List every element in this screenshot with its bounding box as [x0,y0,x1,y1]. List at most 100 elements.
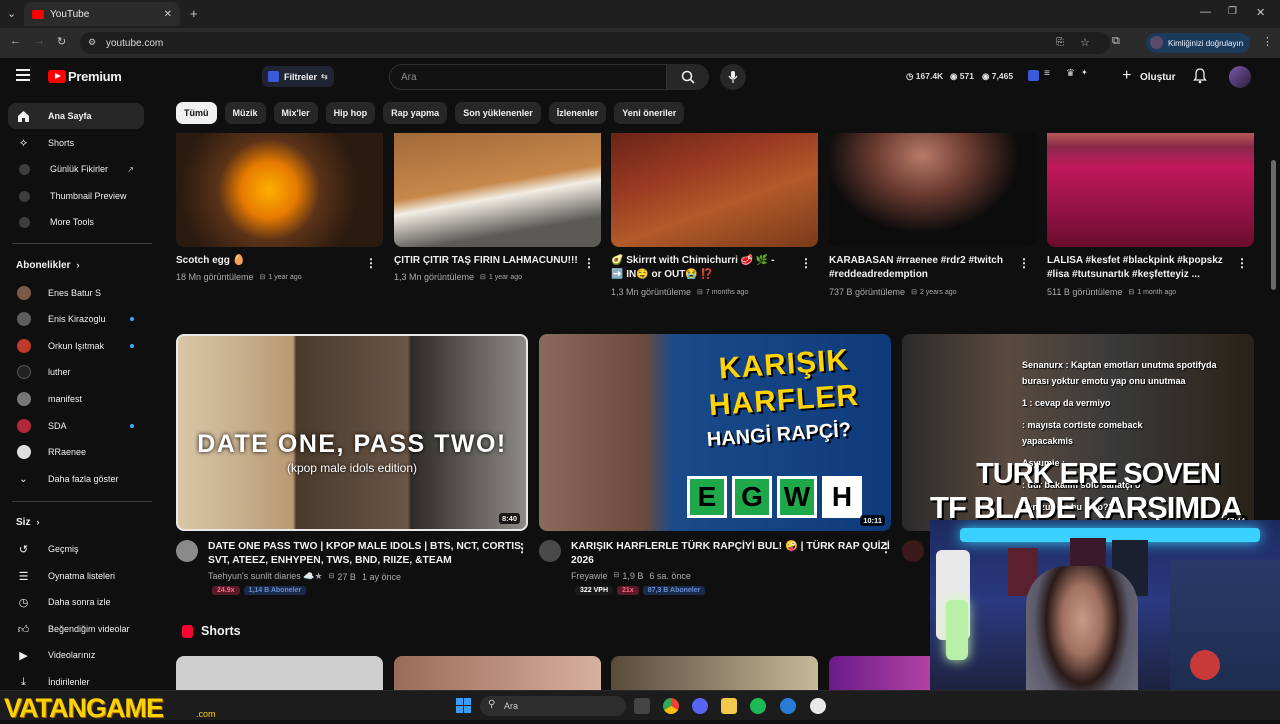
sidebar-item-daily-ideas[interactable]: Günlük Fikirler ↗ [8,156,144,182]
video-thumbnail[interactable] [611,133,818,247]
sidebar-subscription[interactable]: SDA [8,413,144,439]
chip-recently-uploaded[interactable]: Son yüklenenler [455,102,541,124]
site-info-icon[interactable]: ⚙ [88,37,96,48]
video-title[interactable]: 🥑 Skirrrt with Chimichurri 🥩 🌿 - [611,254,774,268]
taskbar-search[interactable]: ⚲ Ara [480,696,626,716]
video-title[interactable]: KARIŞIK HARFLERLE TÜRK RAPÇİYİ BUL! 🤪 | … [571,540,890,554]
maximize-icon[interactable]: ❐ [1228,6,1237,17]
browser-tab[interactable]: YouTube ✕ [24,2,180,26]
queue-icon[interactable]: ≡ [1044,68,1050,79]
video-title[interactable]: Scotch egg 🥚 [176,254,245,268]
more-actions-icon[interactable]: ⋮ [880,541,892,555]
menu-kebab-icon[interactable]: ⋮ [1262,35,1273,48]
sidebar-item-liked-videos[interactable]: 👍︎ Beğendiğim videolar [8,616,144,642]
sidebar-subscription[interactable]: Enes Batur S [8,280,144,306]
video-title-line2[interactable]: #lisa #tutsunartık #keşfetteyiz ... [1047,268,1200,282]
page-scrollbar[interactable] [1271,160,1276,290]
sidebar-item-more-tools[interactable]: More Tools [8,209,144,235]
video-title-line2[interactable]: SVT, ATEEZ, ENHYPEN, TWS, BND, RIIZE, &T… [208,554,452,568]
sidebar-item-watch-later[interactable]: ◷ Daha sonra izle [8,589,144,615]
spotify-icon[interactable] [750,698,766,714]
video-thumbnail[interactable] [394,133,601,247]
video-title[interactable]: ÇITIR ÇITIR TAŞ FIRIN LAHMACUNU!!! [394,254,578,268]
sidebar-item-your-videos[interactable]: ▶ Videolarınız [8,642,144,668]
sidebar-subscription[interactable]: Orkun Işıtmak [8,333,144,359]
search-input[interactable]: Ara [389,64,667,90]
sidebar-subscription[interactable]: RRaenee [8,439,144,465]
video-thumbnail[interactable]: KARIŞIK HARFLER HANGİ RAPÇİ? E G W H 10:… [539,334,891,531]
verify-identity-button[interactable]: Kimliğinizi doğrulayın [1146,33,1250,53]
trophy-icon[interactable]: ♛ [1066,68,1075,79]
more-actions-icon[interactable]: ⋮ [516,541,528,555]
youtube-premium-logo[interactable]: Premium [48,69,122,84]
chip-new-to-you[interactable]: Yeni öneriler [614,102,685,124]
sidebar-item-shorts[interactable]: ⟡ Shorts [8,130,144,156]
video-title-line2[interactable]: #reddeadredemption [829,268,928,282]
account-avatar[interactable] [1229,66,1251,88]
sidebar-subscription[interactable]: Enis Kirazoglu [8,306,144,332]
search-button[interactable] [667,64,709,90]
extensions-icon[interactable]: ⧉ [1112,35,1120,48]
sparkle-icon[interactable]: ✦ [1081,68,1088,77]
forward-icon[interactable]: → [34,35,45,47]
more-actions-icon[interactable]: ⋮ [583,256,595,270]
chrome-icon[interactable] [663,698,679,714]
subscriber-badge: 1,14 B Aboneler [243,586,307,595]
channel-avatar[interactable] [176,540,198,562]
video-title-line2[interactable]: 2026 [571,554,594,568]
chip-music[interactable]: Müzik [224,102,266,124]
notifications-bell-icon[interactable] [1193,68,1207,84]
video-thumbnail[interactable]: Senanurx : Kaptan emotları unutma spotif… [902,334,1254,531]
address-bar[interactable]: ⚙ youtube.com ⎘ ☆ [80,32,1110,54]
sidebar-item-playlists[interactable]: ☰ Oynatma listeleri [8,563,144,589]
create-button[interactable]: + Oluştur [1116,65,1176,89]
steam-icon[interactable] [780,698,796,714]
more-actions-icon[interactable]: ⋮ [1236,256,1248,270]
filters-button[interactable]: Filtreler ⇆ [262,66,334,87]
show-more-button[interactable]: ⌄ Daha fazla göster [8,466,144,492]
video-thumbnail[interactable]: DATE ONE, PASS TWO! (kpop male idols edi… [176,334,528,531]
voice-search-button[interactable] [720,64,746,90]
video-thumbnail[interactable] [829,133,1036,247]
new-tab-icon[interactable]: + [190,6,198,21]
video-title[interactable]: DATE ONE PASS TWO | KPOP MALE IDOLS | BT… [208,540,524,554]
video-title[interactable]: KARABASAN #rraenee #rdr2 #twitch [829,254,1003,268]
you-heading[interactable]: Siz › [16,517,39,528]
close-tab-icon[interactable]: ✕ [164,9,172,20]
bookmark-star-icon[interactable]: ☆ [1080,36,1090,49]
sidebar-item-home[interactable]: Ana Sayfa [8,103,144,129]
file-explorer-icon[interactable] [721,698,737,714]
back-icon[interactable]: ← [10,35,21,47]
tab-search-icon[interactable]: ⌄ [7,7,16,20]
install-icon[interactable]: ⎘ [1056,37,1064,48]
channel-avatar[interactable] [902,540,924,562]
sidebar-item-history[interactable]: ↺ Geçmiş [8,536,144,562]
chip-watched[interactable]: İzlenenler [548,102,607,124]
sidebar-item-thumbnail-preview[interactable]: Thumbnail Preview [8,183,144,209]
chip-all[interactable]: Tümü [176,102,217,124]
window-close-icon[interactable]: ✕ [1256,6,1265,19]
windows-start-icon[interactable] [456,698,471,713]
chip-mixes[interactable]: Mix'ler [273,102,318,124]
subscriptions-heading[interactable]: Abonelikler › [16,260,79,271]
chip-rap[interactable]: Rap yapma [383,102,448,124]
sidebar-subscription[interactable]: manifest [8,386,144,412]
discord-icon[interactable] [692,698,708,714]
more-actions-icon[interactable]: ⋮ [800,256,812,270]
video-thumbnail[interactable] [176,133,383,247]
chip-hip-hop[interactable]: Hip hop [325,102,376,124]
more-actions-icon[interactable]: ⋮ [1018,256,1030,270]
hamburger-menu-icon[interactable] [16,69,30,81]
video-title-line2[interactable]: ➡️ IN🤤 or OUT😭 ⁉️ [611,268,713,282]
extension-icon[interactable] [1028,70,1039,81]
more-actions-icon[interactable]: ⋮ [365,256,377,270]
sidebar-subscription[interactable]: luther [8,359,144,385]
video-thumbnail[interactable] [1047,133,1254,247]
obs-icon[interactable] [810,698,826,714]
minimize-icon[interactable]: — [1200,6,1211,18]
channel-avatar[interactable] [539,540,561,562]
task-view-icon[interactable] [634,698,650,714]
reload-icon[interactable]: ↻ [57,35,66,48]
sidebar-item-label: Videolarınız [48,650,96,660]
video-title[interactable]: LALISA #kesfet #blackpink #kpopskz [1047,254,1223,268]
